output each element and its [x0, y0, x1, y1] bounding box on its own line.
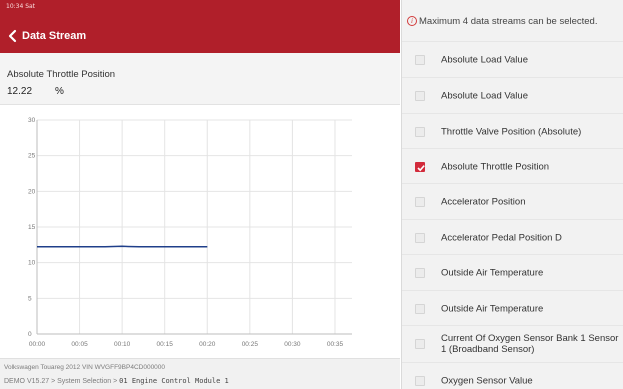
x-tick-label: 00:05 — [71, 341, 88, 348]
y-tick-label: 5 — [28, 295, 32, 302]
status-time: 10:34 Sat — [6, 3, 36, 10]
current-pid-card: Absolute Throttle Position 12.22 % — [0, 53, 400, 105]
x-tick-label: 00:10 — [114, 341, 131, 348]
vehicle-info: Volkswagen Touareg 2012 VIN WVGFF9BP4CD0… — [4, 364, 166, 371]
checkbox[interactable] — [415, 126, 425, 137]
pid-option[interactable]: Absolute Load Value — [402, 41, 623, 77]
y-tick-label: 30 — [28, 117, 36, 124]
breadcrumb: DEMO V15.27 > System Selection > 01 Engi… — [4, 377, 229, 385]
notice-text: Maximum 4 data streams can be selected. — [419, 16, 598, 27]
x-tick-label: 00:35 — [327, 341, 344, 348]
pid-option-label: Accelerator Position — [441, 196, 526, 207]
pid-option-label: Outside Air Temperature — [441, 267, 544, 278]
info-icon: i — [407, 16, 417, 26]
x-tick-label: 00:00 — [29, 341, 46, 348]
x-tick-label: 00:20 — [199, 341, 216, 348]
pid-option[interactable]: Absolute Load Value — [402, 77, 623, 113]
top-bar: 10:34 Sat Data Stream — [0, 0, 400, 53]
screen-title: Data Stream — [22, 30, 87, 42]
pid-option[interactable]: Accelerator Pedal Position D — [402, 219, 623, 255]
pid-option[interactable]: Current Of Oxygen Sensor Bank 1 Sensor 1… — [402, 325, 623, 361]
pid-option[interactable]: Outside Air Temperature — [402, 254, 623, 290]
y-tick-label: 15 — [28, 224, 36, 231]
pid-option-label: Outside Air Temperature — [441, 303, 544, 314]
data-stream-chart: 0 5 10 15 20 25 30 00:00 00:05 00:10 00:15 00:20 00:… — [28, 117, 352, 348]
y-tick-label: 25 — [28, 153, 36, 160]
y-tick-label: 0 — [28, 331, 32, 338]
pid-unit: % — [55, 86, 64, 97]
checkbox[interactable] — [415, 303, 425, 314]
checkbox[interactable] — [415, 267, 425, 278]
x-tick-label: 00:15 — [157, 341, 174, 348]
pid-option[interactable]: Accelerator Position — [402, 183, 623, 219]
back-arrow-icon[interactable] — [7, 29, 19, 43]
breadcrumb-module: 01 Engine Control Module 1 — [119, 377, 229, 385]
y-tick-label: 10 — [28, 260, 36, 267]
checkbox[interactable] — [415, 338, 425, 349]
pid-option[interactable]: Absolute Throttle Position — [402, 148, 623, 184]
checkbox[interactable] — [415, 54, 425, 65]
pid-option-label: Accelerator Pedal Position D — [441, 232, 562, 243]
pid-option[interactable]: Oxygen Sensor Value — [402, 362, 623, 389]
pid-option-label: Absolute Load Value — [441, 54, 528, 65]
x-tick-label: 00:25 — [242, 341, 259, 348]
series-line — [37, 245, 208, 248]
pid-option[interactable]: Throttle Valve Position (Absolute) — [402, 113, 623, 149]
pid-option[interactable]: Outside Air Temperature — [402, 290, 623, 326]
y-tick-label: 20 — [28, 188, 36, 195]
pid-name: Absolute Throttle Position — [7, 69, 116, 80]
data-stream-panel: 10:34 Sat Data Stream Absolute Throttle … — [0, 0, 400, 389]
pid-option-label: Absolute Load Value — [441, 90, 528, 101]
breadcrumb-path: DEMO V15.27 > System Selection > — [4, 378, 120, 385]
checkbox[interactable] — [415, 196, 425, 207]
pid-value: 12.22 — [7, 86, 33, 97]
checkbox-checked[interactable] — [415, 161, 425, 172]
pid-option-label: Current Of Oxygen Sensor Bank 1 Sensor 1… — [441, 332, 619, 355]
pid-selection-list: i Maximum 4 data streams can be selected… — [401, 0, 623, 389]
checkbox[interactable] — [415, 375, 425, 386]
selection-notice: i Maximum 4 data streams can be selected… — [402, 0, 623, 40]
checkbox[interactable] — [415, 232, 425, 243]
checkbox[interactable] — [415, 90, 425, 101]
pid-option-label: Oxygen Sensor Value — [441, 375, 533, 386]
pid-option-label: Absolute Throttle Position — [441, 161, 550, 172]
pid-option-label: Throttle Valve Position (Absolute) — [441, 126, 582, 137]
footer-bar: Volkswagen Touareg 2012 VIN WVGFF9BP4CD0… — [0, 358, 400, 389]
x-tick-label: 00:30 — [284, 341, 301, 348]
